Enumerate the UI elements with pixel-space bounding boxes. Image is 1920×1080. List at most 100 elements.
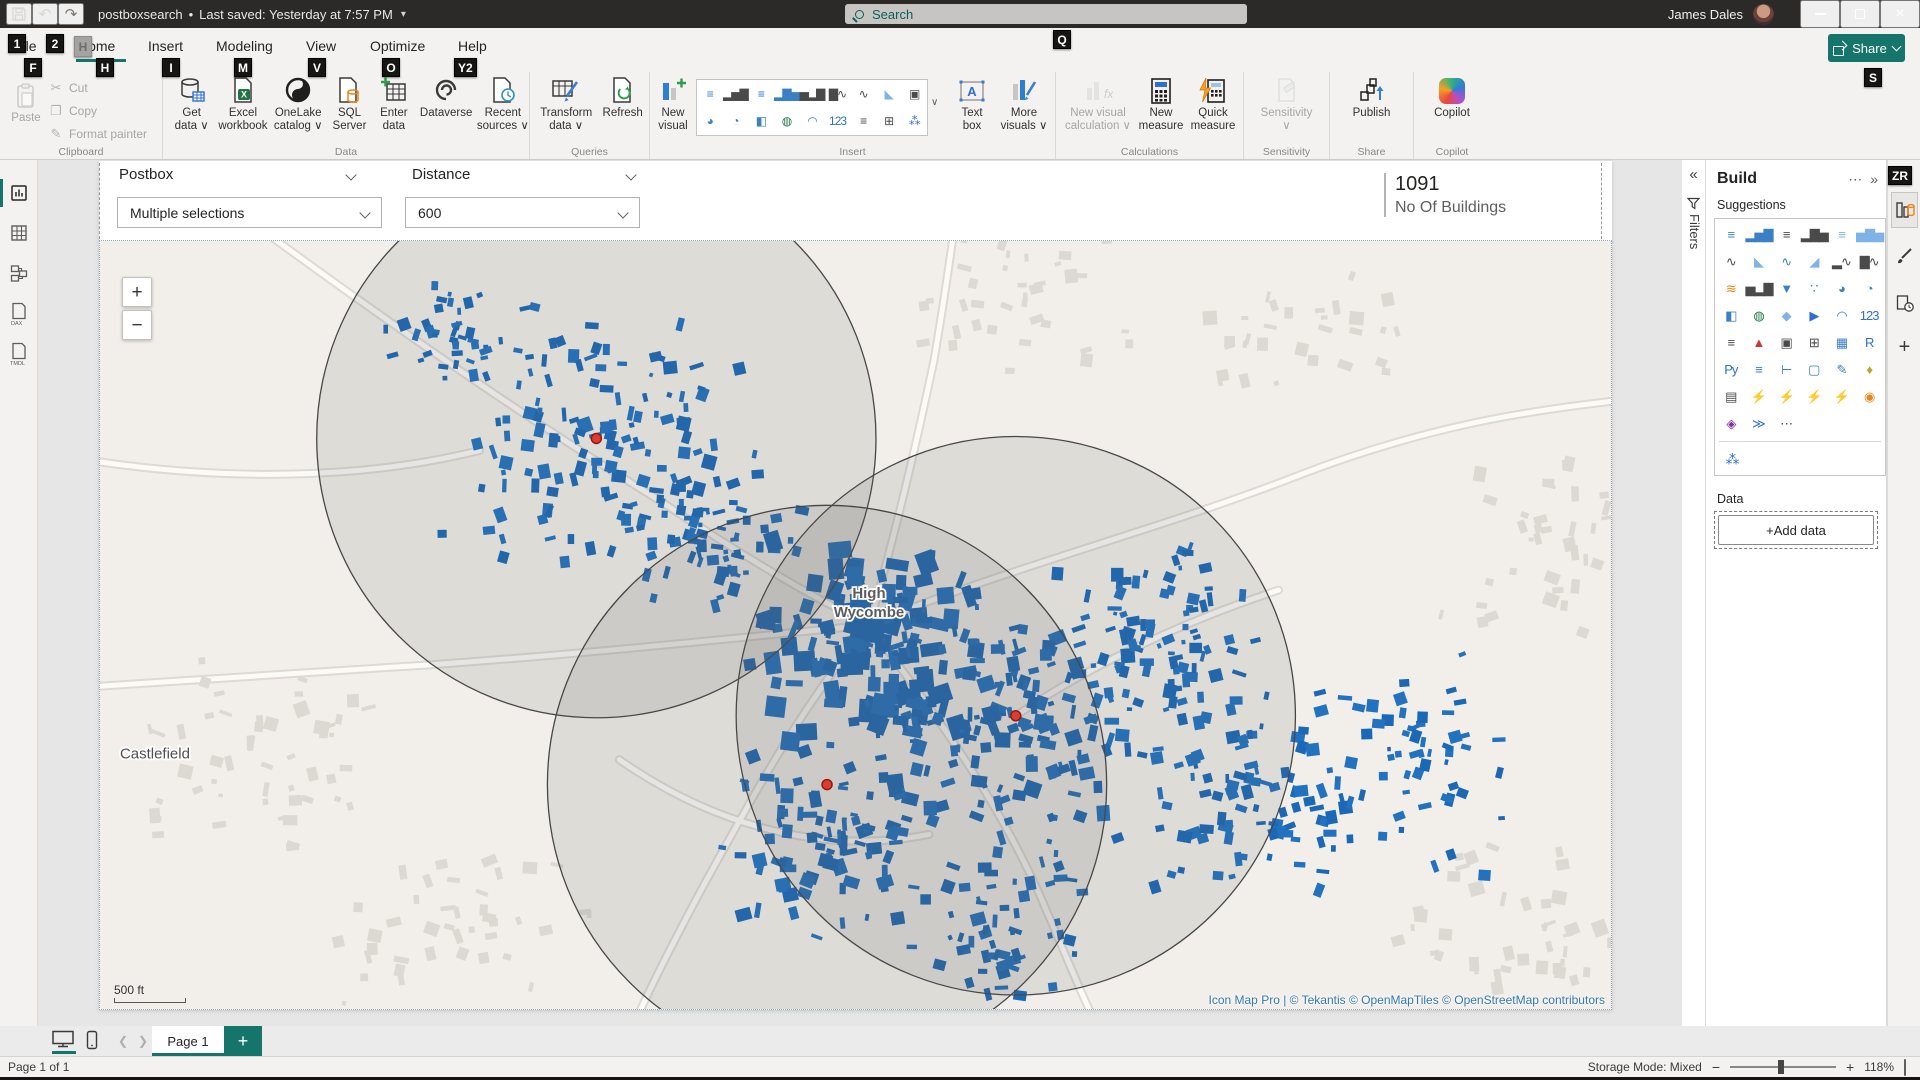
map-attribution[interactable]: Icon Map Pro | © Tekantis © OpenMapTiles…: [1209, 993, 1606, 1007]
multi-row-card-icon[interactable]: ≡: [860, 115, 866, 127]
tab-modeling[interactable]: Modeling: [216, 38, 273, 54]
power-automate-visual-icon[interactable]: ⚡: [1773, 384, 1799, 410]
onelake-catalog-button[interactable]: OneLake catalog ∨: [270, 72, 327, 132]
slicer-icon[interactable]: ▣: [909, 88, 919, 100]
postbox-marker[interactable]: [591, 433, 601, 443]
format-painter-button[interactable]: ✎Format painter: [48, 124, 147, 144]
waterfall-chart-icon[interactable]: ▅▂▇: [800, 88, 825, 100]
more-options-icon[interactable]: ⋯: [1848, 171, 1862, 188]
copilot-button[interactable]: Copilot: [1417, 72, 1487, 120]
donut-chart-icon[interactable]: ◔: [732, 115, 738, 127]
field-parameters-icon[interactable]: ≡: [1745, 357, 1771, 383]
sensitivity-button[interactable]: Sensitivity ∨: [1245, 72, 1329, 132]
fit-to-page-button[interactable]: [1904, 1060, 1906, 1075]
treemap-icon[interactable]: ◧: [756, 115, 766, 127]
tab-help[interactable]: Help: [458, 38, 487, 54]
enter-data-button[interactable]: Enter data: [372, 72, 415, 132]
power-apps-filter-icon[interactable]: ⚡: [1801, 384, 1827, 410]
text-box-button[interactable]: A Text box: [950, 72, 994, 132]
next-page-button[interactable]: ❯: [138, 1034, 148, 1048]
stacked-bar-chart-icon[interactable]: ≡: [1718, 222, 1744, 248]
add-data-button[interactable]: +Add data: [1718, 515, 1874, 545]
gauge-icon[interactable]: ◠: [1828, 303, 1854, 329]
format-pane-button[interactable]: [1891, 242, 1918, 272]
card-icon[interactable]: 123: [1856, 303, 1882, 329]
new-page-button[interactable]: +: [224, 1026, 262, 1056]
card-no-of-buildings[interactable]: 1091 No Of Buildings: [1384, 173, 1506, 217]
matrix-icon[interactable]: ▦: [1828, 330, 1854, 356]
report-view-button[interactable]: [0, 176, 38, 210]
build-pane-button[interactable]: [1891, 192, 1918, 228]
stacked-column-chart-icon[interactable]: ▂▅▇: [723, 88, 748, 100]
publish-button[interactable]: Publish: [1332, 72, 1412, 120]
hundred-stacked-column-icon[interactable]: ▅▇▅: [1856, 222, 1882, 248]
excel-workbook-button[interactable]: X Excel workbook: [216, 72, 269, 132]
get-data-button[interactable]: Get data ∨: [167, 72, 216, 132]
copy-button[interactable]: ❐Copy: [48, 101, 147, 121]
dataverse-button[interactable]: Dataverse: [416, 72, 477, 120]
map-zoom-in-button[interactable]: +: [122, 277, 152, 307]
slicer-icon[interactable]: ▣: [1773, 330, 1799, 356]
map-visual[interactable]: High Wycombe Castlefield + − 500 ft Icon…: [99, 240, 1612, 1010]
metrics-icon[interactable]: ♦: [1856, 357, 1882, 383]
table-icon[interactable]: ⊞: [884, 115, 893, 127]
clustered-column-chart-icon[interactable]: ▂▇▅: [774, 88, 799, 100]
map-canvas[interactable]: High Wycombe Castlefield: [100, 241, 1611, 1009]
sql-server-button[interactable]: SQL Server: [327, 72, 372, 132]
donut-chart-icon[interactable]: ◔: [1856, 276, 1882, 302]
pie-chart-icon[interactable]: ◕: [1828, 276, 1854, 302]
waterfall-chart-icon[interactable]: ▅▂▇: [1745, 276, 1771, 302]
search-input[interactable]: Search: [845, 4, 1247, 24]
power-apps-visual-icon[interactable]: ⚡: [1745, 384, 1771, 410]
refresh-button[interactable]: Refresh: [596, 72, 649, 120]
more-visuals-icon[interactable]: ⋯: [1773, 411, 1799, 437]
pie-chart-icon[interactable]: ◕: [707, 115, 713, 127]
line-chart-icon[interactable]: ∿: [1718, 249, 1744, 275]
undo-icon[interactable]: ↶: [32, 3, 58, 25]
add-pane-button[interactable]: +: [1891, 332, 1918, 362]
gauge-icon[interactable]: ◠: [807, 115, 816, 127]
hierarchy-visual-icon[interactable]: ◈: [1718, 411, 1744, 437]
transform-data-button[interactable]: Transform data ∨: [536, 72, 596, 132]
analytics-pane-button[interactable]: [1891, 288, 1918, 318]
area-chart-icon[interactable]: ◣: [885, 88, 893, 100]
scatter-chart-icon[interactable]: ∵: [1801, 276, 1827, 302]
map-zoom-out-button[interactable]: −: [122, 310, 152, 340]
mobile-layout-button[interactable]: [84, 1030, 100, 1050]
hundred-stacked-bar-icon[interactable]: ≡: [1828, 222, 1854, 248]
user-name[interactable]: James Dales: [1668, 7, 1743, 22]
paste-button[interactable]: Paste: [4, 77, 48, 125]
paginated-report-icon[interactable]: ▤: [1718, 384, 1744, 410]
area-chart-icon[interactable]: ◣: [1745, 249, 1771, 275]
save-icon[interactable]: [6, 3, 32, 25]
desktop-layout-button[interactable]: [50, 1030, 76, 1049]
line-clustered-column-icon[interactable]: ▇∿: [1856, 249, 1882, 275]
dax-query-view-button[interactable]: DAX: [0, 297, 38, 331]
smart-narrative-icon[interactable]: ✎: [1828, 357, 1854, 383]
new-visual-calculation-button[interactable]: fx New visual calculation ∨: [1060, 72, 1136, 132]
filled-map-icon[interactable]: ◆: [1773, 303, 1799, 329]
map-icon[interactable]: ◍: [1745, 303, 1771, 329]
tab-insert[interactable]: Insert: [148, 38, 183, 54]
gallery-expand-button[interactable]: ∨: [931, 97, 938, 108]
postbox-marker[interactable]: [822, 780, 832, 790]
r-script-visual-icon[interactable]: R: [1856, 330, 1882, 356]
zoom-out-button[interactable]: −: [1712, 1059, 1720, 1075]
close-button[interactable]: ×: [1880, 0, 1920, 28]
stacked-bar-chart-icon[interactable]: ≡: [707, 88, 713, 100]
previous-page-button[interactable]: ❮: [118, 1034, 128, 1048]
zoom-slider[interactable]: [1730, 1066, 1836, 1068]
arcgis-map-icon[interactable]: ◉: [1856, 384, 1882, 410]
python-visual-icon[interactable]: Py: [1718, 357, 1744, 383]
minimize-button[interactable]: [1800, 0, 1840, 28]
combo-chart-icon[interactable]: ▇∿: [829, 88, 846, 100]
filters-pane-title[interactable]: Filters: [1687, 214, 1702, 249]
line-stacked-column-icon[interactable]: ▂∿: [1828, 249, 1854, 275]
model-view-button[interactable]: [0, 256, 38, 290]
share-button[interactable]: Share: [1828, 34, 1905, 62]
tab-view[interactable]: View: [306, 38, 336, 54]
stacked-area-chart-icon[interactable]: ∿: [1773, 249, 1799, 275]
quick-measure-button[interactable]: Quick measure: [1186, 72, 1240, 132]
collapse-pane-icon[interactable]: »: [1870, 171, 1878, 187]
zoom-slider-handle[interactable]: [1778, 1060, 1784, 1074]
